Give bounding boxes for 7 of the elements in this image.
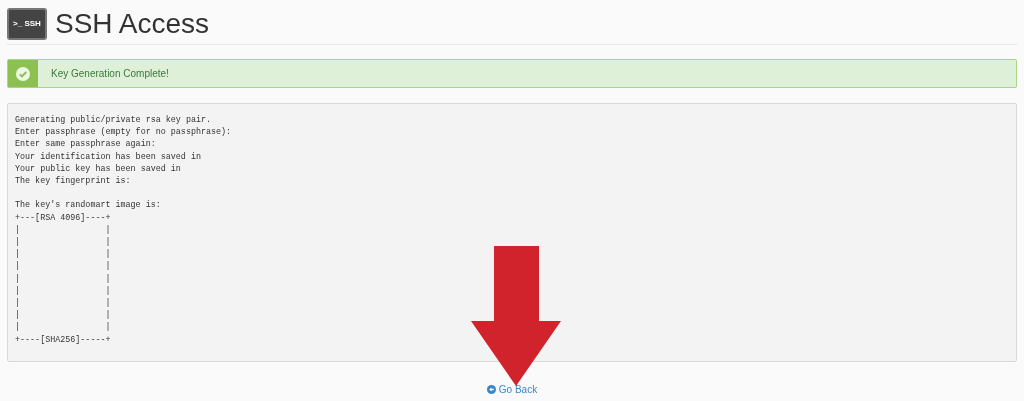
terminal-icon: >_ SSH xyxy=(7,7,47,40)
terminal-output: Generating public/private rsa key pair. Enter passphrase (empty for no passphrase): Enter same passphrase again: Your identification has been saved in Your public key has been saved in The key fingerprint is: The key's randomart image is: +---[RSA 4096]----+ | | | | | | | | | | | | | | | | | | +----[SHA256]-----+ xyxy=(7,103,1017,362)
alert-message: Key Generation Complete! xyxy=(51,67,169,81)
page-title: SSH Access xyxy=(55,9,210,38)
back-arrow-icon xyxy=(486,385,496,394)
go-back-link[interactable]: Go Back xyxy=(486,382,538,397)
check-icon xyxy=(16,66,30,81)
